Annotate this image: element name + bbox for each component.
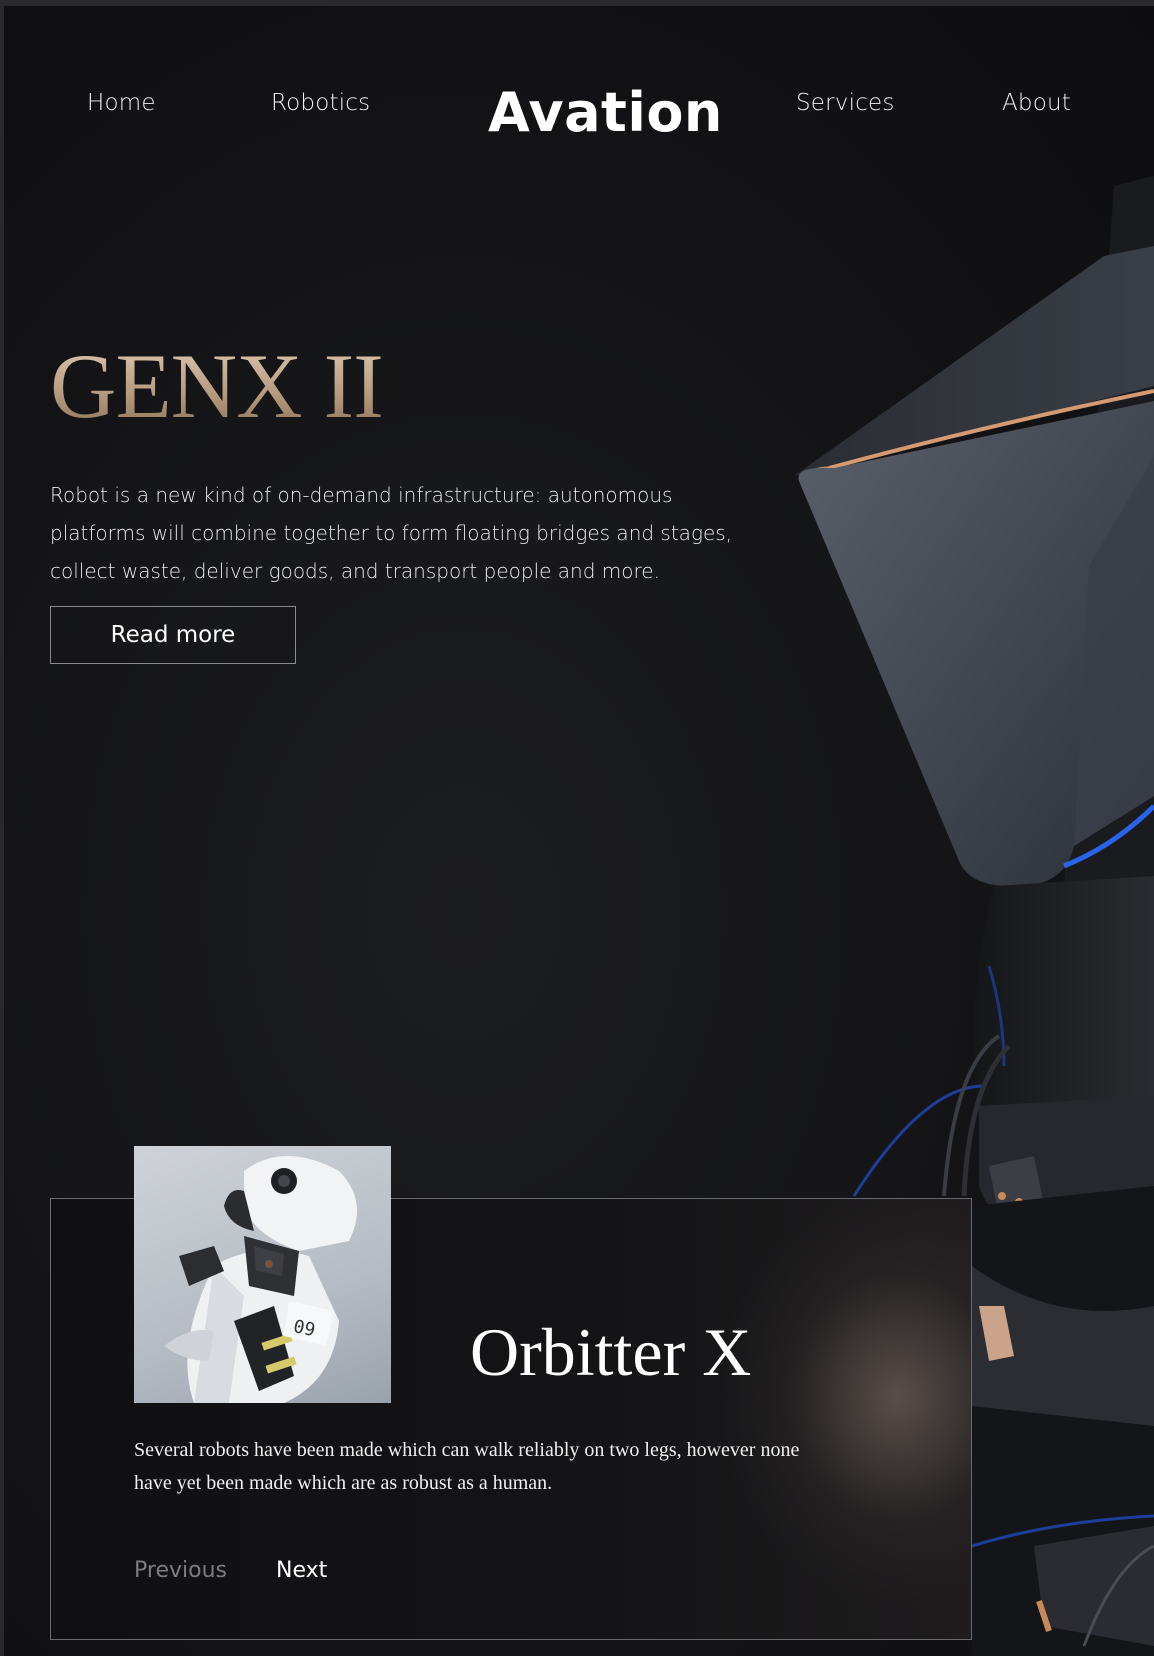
card-title: Orbitter X	[470, 1314, 752, 1390]
brand-logo[interactable]: Avation	[488, 78, 723, 148]
robot-thumbnail: 09	[164, 1156, 357, 1403]
hero-title: GENX II	[50, 335, 384, 437]
previous-button[interactable]: Previous	[134, 1558, 227, 1583]
card-description: Several robots have been made which can …	[134, 1439, 800, 1494]
badge-number: 09	[292, 1316, 318, 1341]
nav-services[interactable]: Services	[796, 90, 895, 116]
product-image: 09	[134, 1146, 391, 1403]
nav-about[interactable]: About	[1002, 90, 1071, 116]
next-button[interactable]: Next	[276, 1558, 327, 1583]
nav-home[interactable]: Home	[87, 90, 156, 116]
nav-robotics[interactable]: Robotics	[271, 90, 370, 116]
read-more-button[interactable]: Read more	[50, 606, 296, 664]
hero-description: Robot is a new kind of on-demand infrast…	[50, 483, 733, 583]
page-frame: Home Robotics Avation Services About GEN…	[4, 6, 1154, 1656]
